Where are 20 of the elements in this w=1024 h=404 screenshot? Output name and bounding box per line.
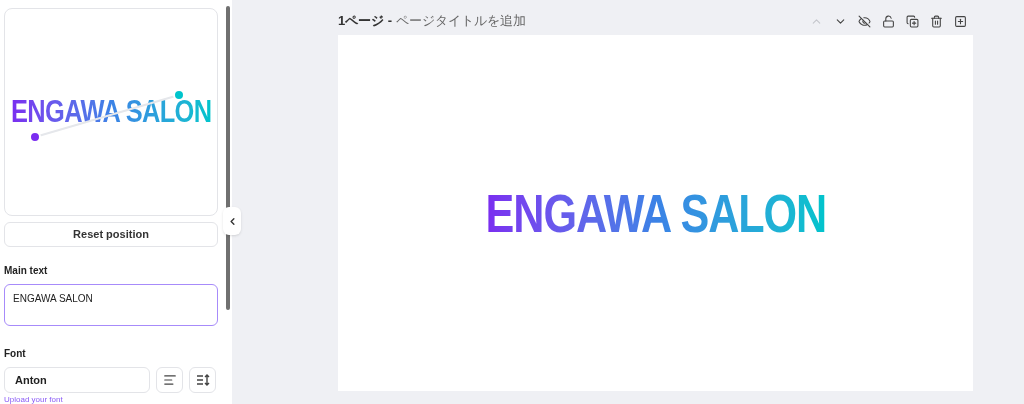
reset-position-button[interactable]: Reset position	[4, 221, 218, 248]
eye-off-button[interactable]	[855, 13, 873, 29]
duplicate-button[interactable]	[903, 13, 921, 29]
add-page-icon	[953, 14, 967, 28]
upload-font-link[interactable]: Upload your font	[4, 395, 218, 404]
duplicate-icon	[905, 14, 919, 28]
collapse-button[interactable]	[223, 207, 241, 235]
align-left-button[interactable]	[156, 367, 183, 393]
line-spacing-button[interactable]	[189, 367, 216, 393]
main-text-label: Main text	[4, 264, 49, 279]
font-label: Font	[4, 347, 27, 361]
page-title-field[interactable]: ページタイトルを追加	[396, 11, 527, 31]
eye-off-icon	[857, 14, 871, 28]
trash-icon	[929, 14, 943, 28]
line-spacing-icon	[195, 373, 210, 387]
unlock-icon	[881, 14, 895, 28]
align-left-icon	[162, 373, 177, 387]
main-text-field[interactable]: ENGAWA SALON	[4, 284, 218, 326]
page-number: 1ページ -	[338, 12, 393, 31]
font-selector[interactable]: Anton	[4, 367, 150, 393]
